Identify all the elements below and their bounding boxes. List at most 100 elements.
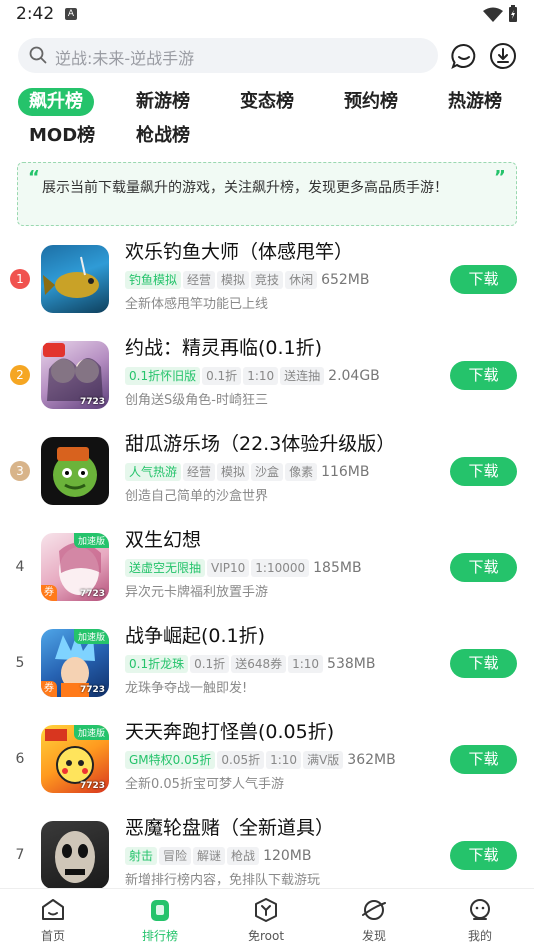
tag: 1:10 bbox=[243, 366, 279, 385]
tag: 0.05折 bbox=[217, 750, 265, 769]
tag: 钓鱼模拟 bbox=[125, 270, 182, 289]
search-icon bbox=[29, 46, 47, 64]
quote-open: “ bbox=[28, 167, 40, 188]
list-item[interactable]: 3 甜瓜游乐场（22.3体验升级版） 人气热游 经营 模拟 沙盒 像素 116MB 创造自… bbox=[0, 427, 534, 523]
list-item[interactable]: 4 加速版 券 7723 双生幻想 送虚空无限抽 VIP10 1:10000 185M… bbox=[0, 523, 534, 619]
nav-label: 我的 bbox=[467, 929, 492, 943]
demon-face-icon bbox=[55, 831, 95, 883]
tag: 射击 bbox=[125, 846, 158, 865]
status-a-badge: A bbox=[65, 8, 77, 20]
tag: 模拟 bbox=[217, 462, 250, 481]
tag: 0.1折 bbox=[202, 366, 242, 385]
game-size: 2.04GB bbox=[328, 367, 380, 384]
game-title: 双生幻想 bbox=[125, 529, 202, 551]
game-desc: 全新0.05折宝可梦人气手游 bbox=[125, 777, 284, 792]
tag: 休闲 bbox=[285, 270, 318, 289]
game-icon[interactable] bbox=[41, 437, 109, 505]
tag: 1:10 bbox=[288, 654, 324, 673]
tag: 送连抽 bbox=[280, 366, 325, 385]
tag: 解谜 bbox=[193, 846, 226, 865]
tag-list: 0.1折怀旧版 0.1折 1:10 送连抽 2.04GB bbox=[125, 365, 380, 385]
game-desc: 龙珠争夺战一触即发! bbox=[125, 681, 248, 696]
tab-mod[interactable]: MOD榜 bbox=[29, 122, 95, 150]
fish-icon bbox=[43, 256, 99, 298]
tag-list: 0.1折龙珠 0.1折 送648券 1:10 538MB bbox=[125, 653, 375, 673]
nav-label: 免root bbox=[247, 929, 285, 943]
rank-number: 5 bbox=[15, 655, 25, 671]
nav-label: 发现 bbox=[361, 929, 386, 943]
tab-modded[interactable]: 变态榜 bbox=[240, 88, 294, 116]
download-button[interactable]: 下载 bbox=[450, 841, 517, 870]
home-icon bbox=[42, 899, 64, 920]
icon-7723-label: 7723 bbox=[79, 781, 105, 791]
nav-mine[interactable]: 我的 bbox=[440, 897, 520, 944]
chat-icon[interactable] bbox=[450, 42, 478, 70]
download-button[interactable]: 下载 bbox=[450, 361, 517, 390]
download-button[interactable]: 下载 bbox=[450, 649, 517, 678]
tag: GM特权0.05折 bbox=[125, 750, 216, 769]
tag: 送虚空无限抽 bbox=[125, 558, 206, 577]
game-icon[interactable]: 加速版 券 7723 bbox=[41, 533, 109, 601]
shield-y-icon bbox=[255, 898, 277, 922]
notice-banner: “ 展示当前下载量飙升的游戏，关注飙升榜，发现更多高品质手游！ ” bbox=[17, 162, 517, 226]
game-icon[interactable]: 加速版 券 7723 bbox=[41, 629, 109, 697]
tag: 经营 bbox=[183, 462, 216, 481]
nav-home[interactable]: 首页 bbox=[13, 897, 93, 944]
tag: 0.1折龙珠 bbox=[125, 654, 189, 673]
nav-label: 首页 bbox=[40, 929, 65, 943]
bottom-nav: 首页 排行榜 免root 发现 我的 bbox=[0, 888, 534, 950]
battery-icon bbox=[509, 5, 517, 22]
game-icon[interactable]: 7723 bbox=[41, 341, 109, 409]
icon-7723-label: 7723 bbox=[79, 685, 105, 695]
nav-no-root[interactable]: 免root bbox=[226, 897, 306, 944]
planet-icon bbox=[362, 900, 386, 920]
speed-badge: 加速版 bbox=[73, 533, 109, 548]
download-button[interactable]: 下载 bbox=[450, 265, 517, 294]
search-bar[interactable]: 逆战:未来-逆战手游 bbox=[18, 38, 438, 73]
nav-discover[interactable]: 发现 bbox=[334, 897, 414, 944]
download-button[interactable]: 下载 bbox=[450, 745, 517, 774]
wifi-icon bbox=[483, 7, 503, 22]
game-size: 538MB bbox=[327, 655, 376, 672]
tab-hot-games[interactable]: 热游榜 bbox=[448, 88, 502, 116]
list-item[interactable]: 6 加速版 7723 天天奔跑打怪兽(0.05折) GM特权0.05折 0.05折… bbox=[0, 715, 534, 811]
tag: 冒险 bbox=[159, 846, 192, 865]
download-manager-icon[interactable] bbox=[489, 42, 517, 70]
rank-number: 7 bbox=[15, 847, 25, 863]
tag: 0.1折 bbox=[190, 654, 230, 673]
tag: 1:10000 bbox=[251, 558, 310, 577]
tag: 0.1折怀旧版 bbox=[125, 366, 201, 385]
game-icon[interactable] bbox=[41, 821, 109, 889]
game-title: 约战：精灵再临(0.1折) bbox=[125, 337, 323, 359]
download-button[interactable]: 下载 bbox=[450, 553, 517, 582]
coupon-badge: 券 bbox=[41, 585, 57, 601]
rank-badge: 2 bbox=[10, 365, 30, 385]
tag: 像素 bbox=[285, 462, 318, 481]
list-item[interactable]: 1 欢乐钓鱼大师（体感甩竿） 钓鱼模拟 经营 模拟 竞技 休闲 652MB 全新体感甩竿功… bbox=[0, 235, 534, 331]
nav-label: 排行榜 bbox=[141, 929, 178, 943]
game-title: 战争崛起(0.1折) bbox=[125, 625, 266, 647]
game-icon[interactable]: 加速版 7723 bbox=[41, 725, 109, 793]
list-item[interactable]: 2 7723 约战：精灵再临(0.1折) 0.1折怀旧版 0.1折 1:10 送连抽 2… bbox=[0, 331, 534, 427]
nav-ranking[interactable]: 排行榜 bbox=[120, 897, 200, 944]
game-icon[interactable] bbox=[41, 245, 109, 313]
tag-list: 射击 冒险 解谜 枪战 120MB bbox=[125, 845, 311, 865]
rank-number: 4 bbox=[15, 559, 25, 575]
rank-number: 6 bbox=[15, 751, 25, 767]
tab-shooter[interactable]: 枪战榜 bbox=[136, 122, 190, 150]
tag-list: GM特权0.05折 0.05折 1:10 满V版 362MB bbox=[125, 749, 396, 769]
speed-badge: 加速版 bbox=[73, 725, 109, 740]
tab-new-games[interactable]: 新游榜 bbox=[136, 88, 190, 116]
tab-soaring[interactable]: 飙升榜 bbox=[18, 88, 94, 116]
game-title: 天天奔跑打怪兽(0.05折) bbox=[125, 721, 335, 743]
tag-list: 人气热游 经营 模拟 沙盒 像素 116MB bbox=[125, 461, 369, 481]
profile-icon bbox=[470, 899, 490, 920]
download-button[interactable]: 下载 bbox=[450, 457, 517, 486]
search-input[interactable]: 逆战:未来-逆战手游 bbox=[55, 45, 194, 69]
game-desc: 异次元卡牌福利放置手游 bbox=[125, 585, 269, 600]
game-size: 185MB bbox=[313, 559, 362, 576]
tag-list: 送虚空无限抽 VIP10 1:10000 185MB bbox=[125, 557, 362, 577]
rank-icon bbox=[151, 900, 169, 921]
tab-reservation[interactable]: 预约榜 bbox=[344, 88, 398, 116]
list-item[interactable]: 5 加速版 券 7723 战争崛起(0.1折) 0.1折龙珠 0.1折 送648券 1… bbox=[0, 619, 534, 715]
